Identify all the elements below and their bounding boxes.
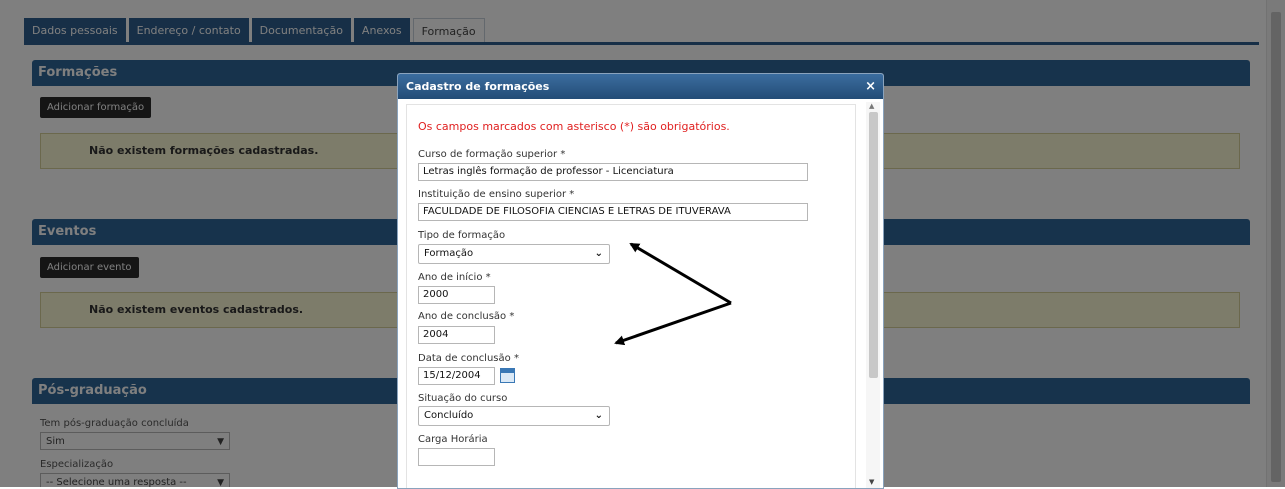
- annotation-arrow-lower: [614, 301, 732, 346]
- annotation-arrow-upper: [629, 242, 732, 305]
- annotation-arrows: [614, 242, 732, 346]
